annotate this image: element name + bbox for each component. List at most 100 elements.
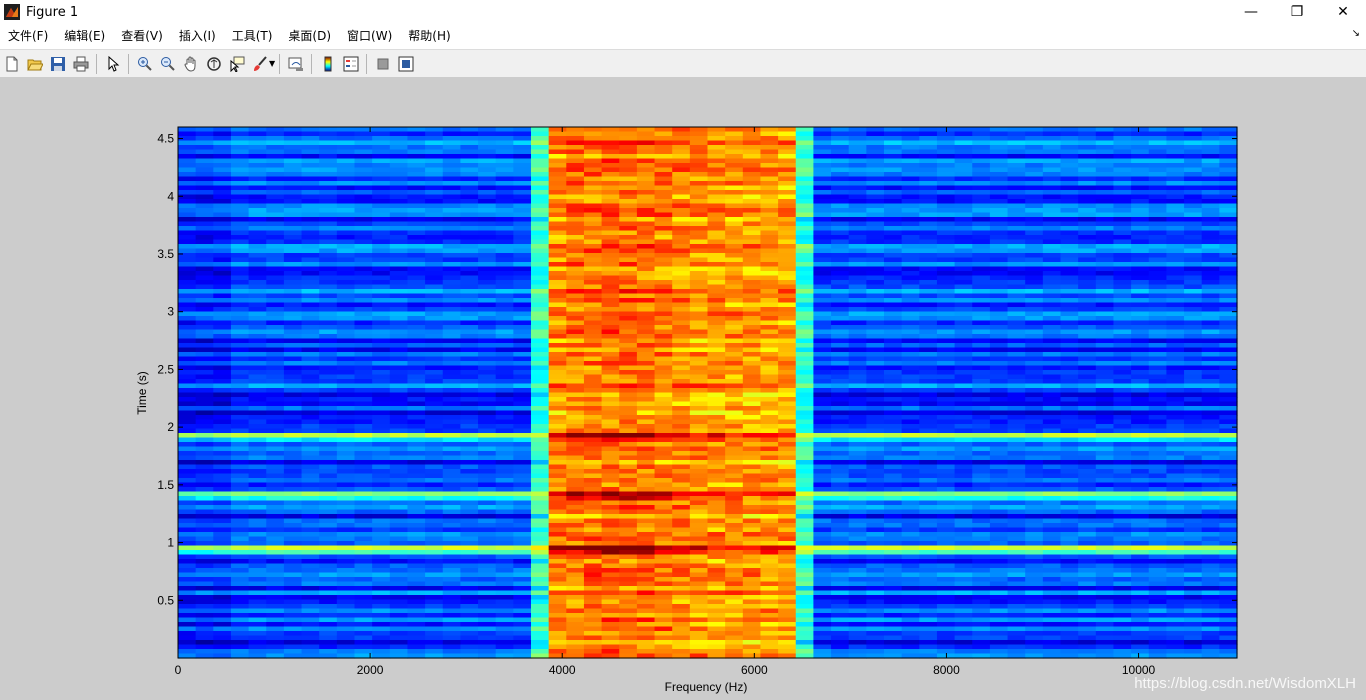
spectrogram-plot[interactable]: 0 2000 4000 6000 8000 100000.511.522.533.544.… — [0, 77, 1366, 700]
heatmap-cell — [195, 343, 214, 349]
heatmap-cell — [495, 370, 514, 376]
heatmap-cell — [1078, 320, 1097, 326]
open-file-button[interactable] — [23, 52, 46, 75]
heatmap-cell — [672, 149, 691, 155]
zoom-out-button[interactable] — [156, 52, 179, 75]
save-button[interactable] — [46, 52, 69, 75]
heatmap-cell — [1060, 244, 1079, 250]
heatmap-cell — [831, 208, 850, 214]
menu-dock-arrow-icon[interactable]: ↘ — [1352, 28, 1360, 39]
heatmap-cell — [1060, 392, 1079, 398]
menu-window[interactable]: 窗口(W) — [339, 24, 400, 48]
restore-button[interactable]: ❐ — [1274, 0, 1320, 24]
heatmap-cell — [1025, 325, 1044, 331]
heatmap-cell — [725, 262, 744, 268]
heatmap-cell — [813, 347, 832, 353]
heatmap-cell — [778, 365, 797, 371]
heatmap-cell — [1007, 392, 1026, 398]
heatmap-cell — [672, 302, 691, 308]
menu-tools[interactable]: 工具(T) — [224, 24, 281, 48]
menu-view[interactable]: 查看(V) — [113, 24, 171, 48]
heatmap-cell — [566, 149, 585, 155]
heatmap-cell — [742, 239, 762, 245]
menu-edit[interactable]: 编辑(E) — [56, 24, 113, 48]
heatmap-cell — [636, 473, 656, 479]
heatmap-cell — [495, 167, 514, 173]
heatmap-cell — [972, 221, 991, 227]
heatmap-cell — [813, 374, 832, 380]
menu-help[interactable]: 帮助(H) — [400, 24, 458, 48]
heatmap-cell — [178, 163, 197, 169]
heatmap-cell — [619, 289, 638, 295]
heatmap-cell — [301, 226, 320, 232]
heatmap-cell — [778, 262, 797, 268]
heatmap-cell — [1007, 266, 1026, 272]
menu-file[interactable]: 文件(F) — [0, 24, 56, 48]
heatmap-cell — [531, 379, 550, 385]
heatmap-cell — [319, 433, 338, 439]
heatmap-cell — [1219, 437, 1238, 443]
heatmap-cell — [813, 293, 832, 299]
close-button[interactable]: ✕ — [1320, 0, 1366, 24]
heatmap-cell — [848, 343, 867, 349]
print-button[interactable] — [69, 52, 92, 75]
heatmap-cell — [778, 203, 797, 209]
heatmap-cell — [301, 325, 320, 331]
heatmap-cell — [1007, 320, 1026, 326]
brush-button[interactable] — [248, 52, 271, 75]
heatmap-cell — [336, 127, 356, 133]
heatmap-cell — [213, 469, 232, 475]
heatmap-cell — [654, 316, 673, 322]
heatmap-cell — [1007, 154, 1026, 160]
heatmap-cell — [566, 199, 585, 205]
heatmap-cell — [689, 145, 709, 151]
heatmap-cell — [636, 163, 656, 169]
hide-plot-tools-button[interactable] — [371, 52, 394, 75]
heatmap-cell — [725, 185, 744, 191]
show-plot-tools-button[interactable] — [394, 52, 417, 75]
heatmap-cell — [742, 316, 762, 322]
heatmap-cell — [1113, 343, 1132, 349]
heatmap-cell — [725, 347, 744, 353]
heatmap-cell — [1007, 424, 1026, 430]
heatmap-cell — [954, 181, 973, 187]
heatmap-cell — [936, 410, 956, 416]
new-figure-button[interactable] — [0, 52, 23, 75]
heatmap-cell — [178, 464, 197, 470]
heatmap-cell — [513, 316, 532, 322]
heatmap-cell — [778, 280, 797, 286]
heatmap-cell — [336, 473, 356, 479]
heatmap-cell — [672, 307, 691, 313]
zoom-in-button[interactable] — [133, 52, 156, 75]
insert-legend-button[interactable] — [339, 52, 362, 75]
pan-button[interactable] — [179, 52, 202, 75]
menu-insert[interactable]: 插入(I) — [171, 24, 224, 48]
insert-colorbar-button[interactable] — [316, 52, 339, 75]
heatmap-cell — [266, 397, 285, 403]
heatmap-cell — [672, 244, 691, 250]
heatmap-cell — [936, 280, 956, 286]
rotate-3d-button[interactable] — [202, 52, 225, 75]
minimize-button[interactable]: — — [1228, 0, 1274, 24]
heatmap-cell — [689, 217, 709, 223]
heatmap-cell — [389, 329, 409, 335]
heatmap-cell — [230, 230, 250, 236]
heatmap-cell — [1042, 226, 1062, 232]
heatmap-cell — [689, 203, 709, 209]
heatmap-cell — [319, 199, 338, 205]
heatmap-cell — [407, 298, 426, 304]
heatmap-cell — [689, 365, 709, 371]
heatmap-cell — [301, 136, 320, 142]
link-plot-button[interactable] — [284, 52, 307, 75]
heatmap-cell — [1060, 361, 1079, 367]
brush-dropdown-icon[interactable]: ▼ — [269, 59, 275, 68]
heatmap-cell — [460, 401, 479, 407]
heatmap-cell — [778, 181, 797, 187]
data-cursor-button[interactable] — [225, 52, 248, 75]
heatmap-cell — [636, 248, 656, 254]
edit-plot-button[interactable] — [101, 52, 124, 75]
heatmap-cell — [848, 149, 867, 155]
heatmap-cell — [195, 352, 214, 358]
heatmap-cell — [372, 199, 391, 205]
menu-desktop[interactable]: 桌面(D) — [280, 24, 339, 48]
